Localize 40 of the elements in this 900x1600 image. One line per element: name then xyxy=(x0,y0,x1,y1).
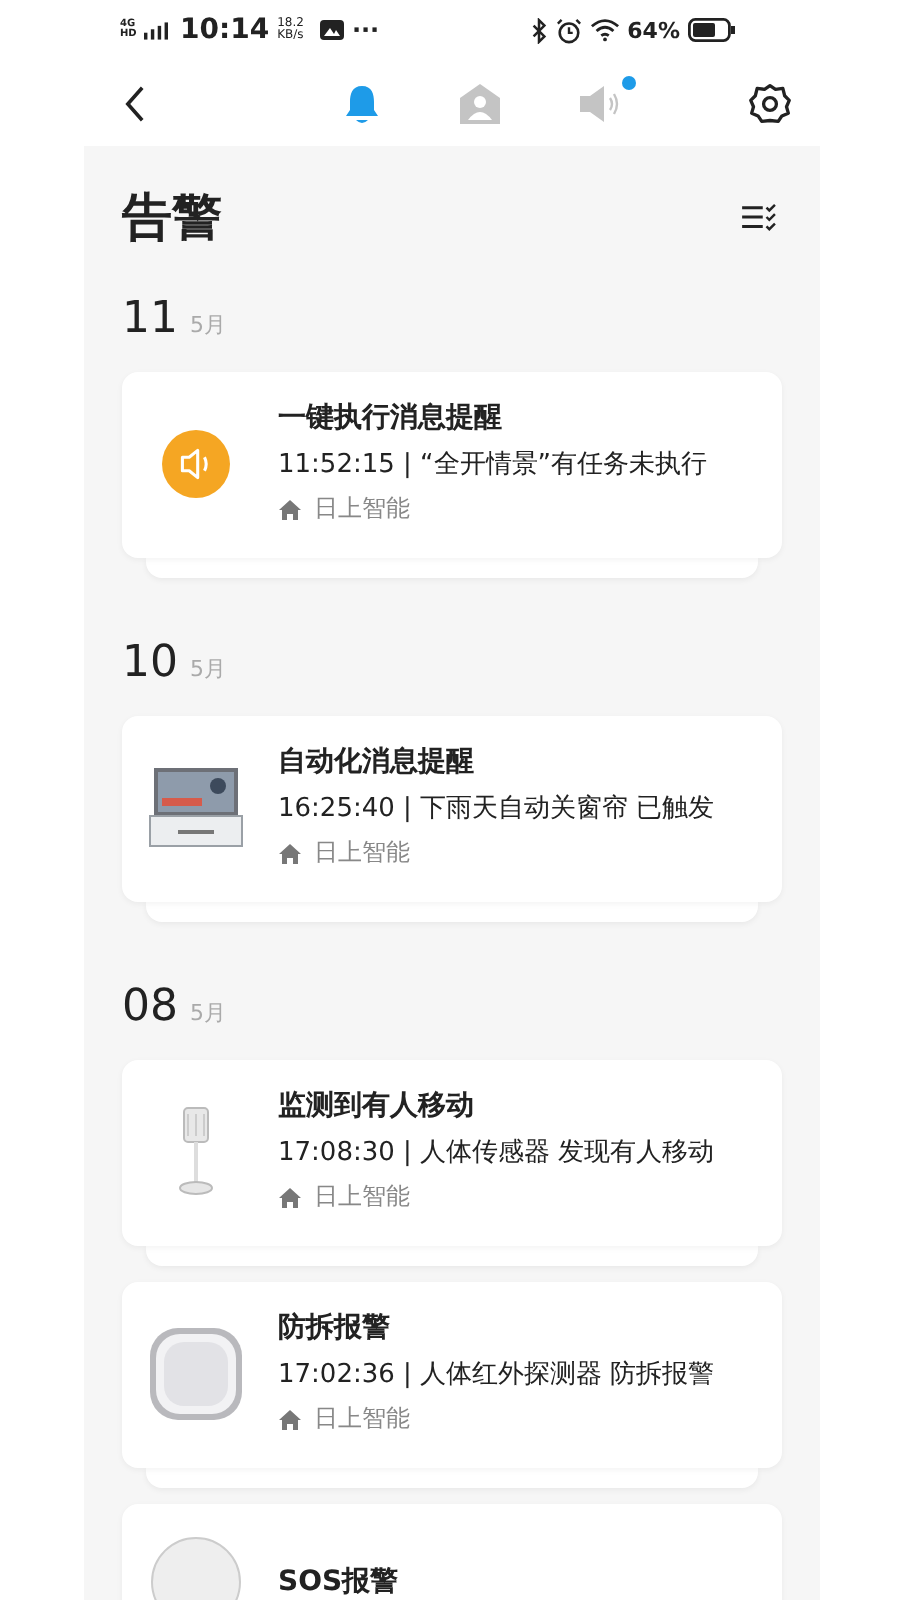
alert-card[interactable]: 防拆报警 17:02:36 | 人体红外探测器 防拆报警 日上智能 xyxy=(122,1282,782,1468)
home-name: 日上智能 xyxy=(314,836,410,870)
alarm-clock-icon xyxy=(555,17,582,43)
signal-icon xyxy=(144,21,168,39)
alert-card[interactable]: 监测到有人移动 17:08:30 | 人体传感器 发现有人移动 日上智能 xyxy=(122,1060,782,1246)
alert-title: 监测到有人移动 xyxy=(278,1088,476,1124)
speaker-icon xyxy=(162,429,230,497)
alert-detail: 17:02:36 | 人体红外探测器 防拆报警 xyxy=(278,1358,715,1392)
home-icon xyxy=(278,841,302,865)
home-name: 日上智能 xyxy=(314,1402,410,1436)
infrared-detector-icon xyxy=(146,1323,246,1423)
alert-card[interactable]: 自动化消息提醒 16:25:40 | 下雨天自动关窗帘 已触发 日上智能 xyxy=(122,716,782,902)
home-icon xyxy=(278,1185,302,1209)
battery-percent: 64% xyxy=(627,17,680,43)
date-day: 08 xyxy=(122,982,178,1032)
alert-title: 一键执行消息提醒 xyxy=(278,400,504,436)
alert-title: 自动化消息提醒 xyxy=(278,744,476,780)
alert-detail: 16:25:40 | 下雨天自动关窗帘 已触发 xyxy=(278,792,715,826)
date-month: 5月 xyxy=(190,654,226,684)
home-icon xyxy=(278,497,302,521)
home-name: 日上智能 xyxy=(314,1180,410,1214)
alert-detail: 17:08:30 | 人体传感器 发现有人移动 xyxy=(278,1136,715,1170)
date-month: 5月 xyxy=(190,310,226,340)
clock: 10:14 xyxy=(180,14,270,46)
date-day: 11 xyxy=(122,294,178,344)
gallery-icon xyxy=(319,18,344,42)
battery-icon xyxy=(688,18,736,42)
date-month: 5月 xyxy=(190,998,226,1028)
home-name: 日上智能 xyxy=(314,492,410,526)
more-notifications: ··· xyxy=(351,16,380,44)
alert-title: SOS报警 xyxy=(278,1564,399,1600)
bluetooth-icon xyxy=(529,17,548,43)
page-title: 告警 xyxy=(122,185,222,249)
wifi-icon xyxy=(589,18,620,42)
alert-card[interactable]: SOS报警 xyxy=(122,1504,782,1600)
date-day: 10 xyxy=(122,638,178,688)
alert-card[interactable]: 一键执行消息提醒 11:52:15 | “全开情景”有任务未执行 日上智能 xyxy=(122,372,782,558)
alert-title: 防拆报警 xyxy=(278,1310,392,1346)
home-icon xyxy=(278,1407,302,1431)
alert-detail: 11:52:15 | “全开情景”有任务未执行 xyxy=(278,448,707,482)
